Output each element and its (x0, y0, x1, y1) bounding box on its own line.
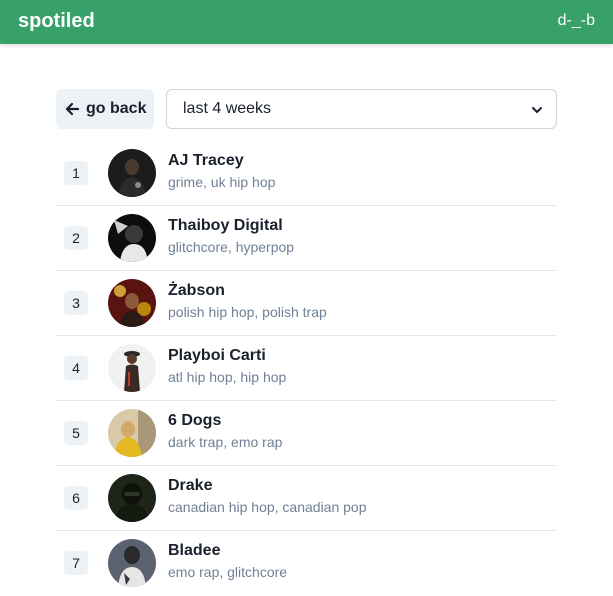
artist-row[interactable]: 6 Drake canadian hip hop, canadian pop (56, 466, 557, 531)
artist-row[interactable]: 3 Żabson polish hip hop, polish trap (56, 271, 557, 336)
artist-genres: dark trap, emo rap (168, 434, 283, 450)
artist-name: Żabson (168, 282, 225, 299)
artist-name: Playboi Carti (168, 347, 266, 364)
artist-name: Drake (168, 477, 213, 494)
arrow-left-icon (65, 102, 80, 116)
artist-avatar (108, 539, 156, 587)
rank-badge: 5 (64, 421, 88, 445)
artist-name: 6 Dogs (168, 412, 222, 429)
artist-genres: grime, uk hip hop (168, 174, 276, 190)
time-range-select[interactable]: last 4 weeks (166, 89, 557, 129)
rank-badge: 2 (64, 226, 88, 250)
artist-avatar (108, 149, 156, 197)
top-artists-list: 1 AJ Tracey grime, uk hip hop 2 Thaiboy … (56, 141, 557, 596)
top-bar: spotiled d-_-b (0, 0, 613, 44)
artist-row[interactable]: 1 AJ Tracey grime, uk hip hop (56, 141, 557, 206)
artist-row[interactable]: 4 Playboi Carti atl hip hop, hip hop (56, 336, 557, 401)
rank-badge: 7 (64, 551, 88, 575)
rank-badge: 6 (64, 486, 88, 510)
artist-avatar (108, 279, 156, 327)
artist-genres: glitchcore, hyperpop (168, 239, 295, 255)
artist-name: AJ Tracey (168, 152, 244, 169)
artist-row[interactable]: 7 Bladee emo rap, glitchcore (56, 531, 557, 596)
artist-genres: canadian hip hop, canadian pop (168, 499, 367, 515)
artist-name: Thaiboy Digital (168, 217, 283, 234)
artist-avatar (108, 344, 156, 392)
artist-name: Bladee (168, 542, 221, 559)
artist-avatar (108, 474, 156, 522)
rank-badge: 1 (64, 161, 88, 185)
artist-row[interactable]: 5 6 Dogs dark trap, emo rap (56, 401, 557, 466)
app-logo[interactable]: spotiled (18, 10, 95, 33)
go-back-button[interactable]: go back (56, 89, 154, 129)
artist-row[interactable]: 2 Thaiboy Digital glitchcore, hyperpop (56, 206, 557, 271)
user-name[interactable]: d-_-b (558, 12, 595, 30)
chevron-down-icon (532, 107, 542, 113)
artist-avatar (108, 214, 156, 262)
time-range-value: last 4 weeks (183, 100, 272, 117)
rank-badge: 4 (64, 356, 88, 380)
artist-genres: atl hip hop, hip hop (168, 369, 287, 385)
go-back-label: go back (86, 100, 147, 117)
artist-avatar (108, 409, 156, 457)
rank-badge: 3 (64, 291, 88, 315)
artist-genres: polish hip hop, polish trap (168, 304, 327, 320)
artist-genres: emo rap, glitchcore (168, 564, 288, 580)
